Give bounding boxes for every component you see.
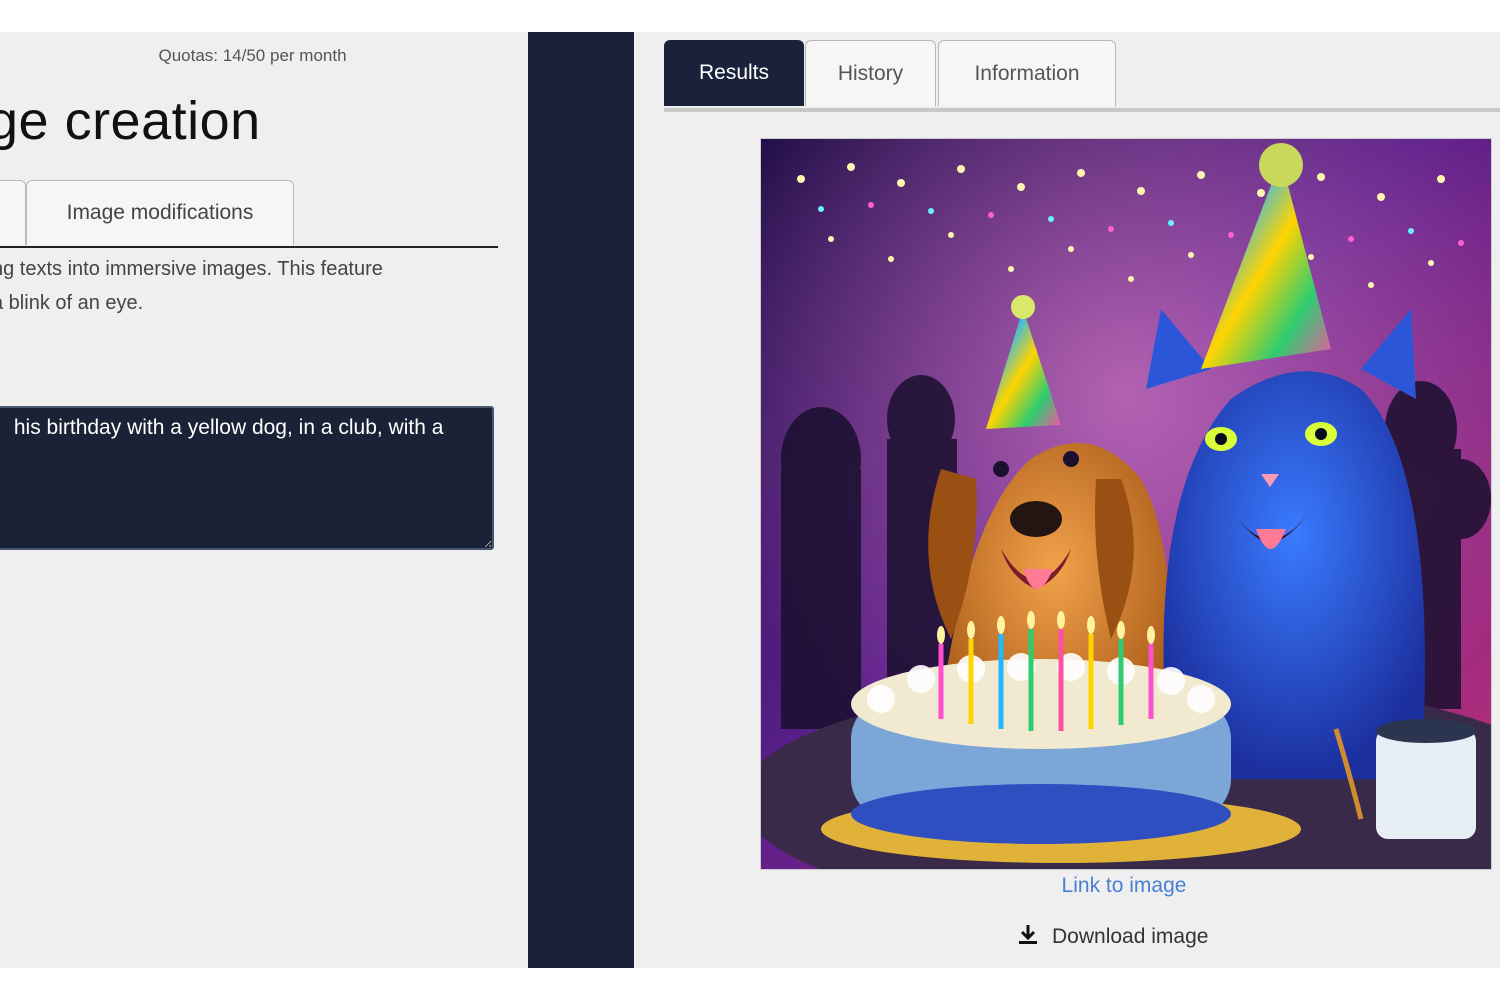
page-title: ge creation [0,91,261,151]
download-icon [1016,922,1040,952]
generated-image [741,138,1500,919]
generated-image-art [741,139,1500,919]
tab-history[interactable]: History [805,40,936,106]
link-to-image[interactable]: Link to image [634,874,1500,898]
feature-description: ng texts into immersive images. This fea… [0,252,497,320]
tab-results[interactable]: Results [664,40,804,106]
left-panel: Quotas: 14/50 per month ge creation Imag… [0,32,528,968]
panel-divider [528,32,634,968]
tab-creation[interactable] [0,180,26,245]
creation-tab-strip: Image modifications [0,180,498,248]
download-label: Download image [1052,925,1209,948]
download-image-button[interactable]: Download image [1016,922,1208,952]
tab-information[interactable]: Information [938,40,1116,106]
results-tab-bar: Results History Information [664,40,1500,112]
quota-text: Quotas: 14/50 per month [158,46,347,65]
description-line: a blink of an eye. [0,292,144,314]
description-line: ng texts into immersive images. This fea… [0,258,383,280]
prompt-textarea[interactable]: his birthday with a yellow dog, in a clu… [0,406,494,550]
tab-image-modifications[interactable]: Image modifications [26,180,294,245]
results-panel: Results History Information Link to imag… [634,32,1500,968]
